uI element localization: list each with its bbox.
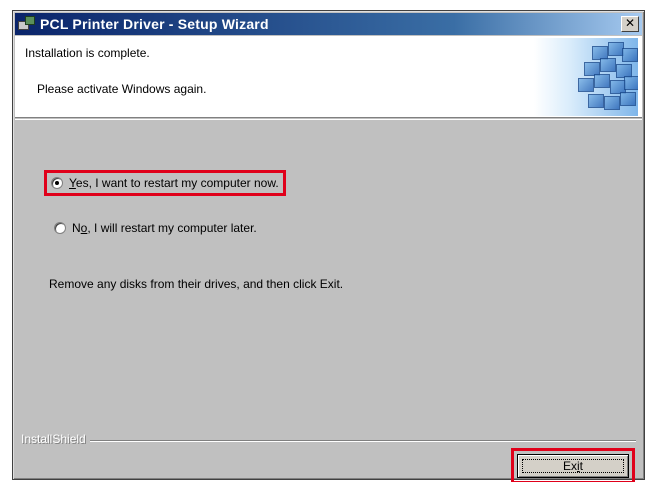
- restart-now-radio[interactable]: [51, 177, 63, 189]
- close-button[interactable]: ✕: [621, 16, 639, 32]
- footer-divider: [21, 440, 636, 442]
- setup-wizard-window: PCL Printer Driver - Setup Wizard ✕ Inst…: [12, 10, 645, 482]
- header-cubes-graphic: [534, 38, 638, 116]
- title-bar[interactable]: PCL Printer Driver - Setup Wizard ✕: [15, 13, 642, 35]
- close-icon: ✕: [624, 16, 636, 30]
- wizard-header: Installation is complete. Please activat…: [15, 36, 642, 118]
- header-title: Installation is complete.: [25, 46, 150, 60]
- installshield-label: InstallShield: [21, 432, 90, 446]
- restart-later-label: No, I will restart my computer later.: [72, 221, 257, 235]
- restart-later-radio[interactable]: [54, 222, 66, 234]
- header-subtitle: Please activate Windows again.: [37, 82, 207, 96]
- restart-later-option[interactable]: No, I will restart my computer later.: [54, 221, 257, 235]
- computer-setup-icon: [18, 16, 36, 32]
- instruction-text: Remove any disks from their drives, and …: [49, 277, 344, 291]
- restart-now-option[interactable]: Yes, I want to restart my computer now.: [44, 170, 286, 196]
- window-title: PCL Printer Driver - Setup Wizard: [40, 16, 269, 32]
- wizard-content: Yes, I want to restart my computer now. …: [15, 120, 642, 482]
- exit-button-highlight: Exit: [511, 448, 635, 482]
- restart-now-label: Yes, I want to restart my computer now.: [69, 176, 279, 190]
- exit-button[interactable]: Exit: [517, 454, 629, 478]
